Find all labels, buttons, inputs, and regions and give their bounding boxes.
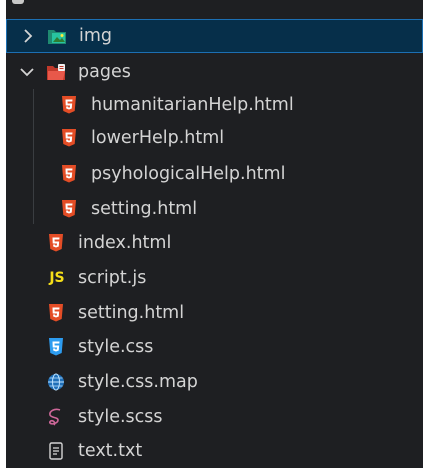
html5-icon — [59, 164, 79, 184]
sass-icon — [46, 407, 66, 427]
css3-icon — [46, 337, 66, 357]
tree-item-label: script.js — [78, 268, 147, 288]
tree-item-label: style.css — [78, 337, 154, 357]
tree-item-file[interactable]: style.css — [6, 330, 423, 364]
tree-item-file[interactable]: JS script.js — [6, 261, 423, 295]
tree-item-file[interactable]: style.scss — [6, 400, 423, 434]
tree-item-file[interactable]: psyhologicalHelp.html — [6, 157, 423, 191]
tree-item-file[interactable]: style.css.map — [6, 365, 423, 399]
html5-icon — [46, 233, 66, 253]
tree-item-file[interactable]: setting.html — [6, 296, 423, 330]
html5-icon — [59, 199, 79, 219]
tree-item-label: pages — [78, 62, 131, 82]
scrolled-off-row — [6, 0, 423, 8]
scrolled-off-fragment — [12, 0, 24, 4]
chevron-down-icon[interactable] — [19, 64, 35, 80]
pages-folder-icon — [46, 62, 66, 82]
tree-item-label: humanitarianHelp.html — [91, 95, 294, 115]
tree-item-label: lowerHelp.html — [91, 128, 225, 148]
image-folder-icon — [47, 26, 67, 46]
chevron-right-icon[interactable] — [20, 28, 36, 44]
text-file-icon — [46, 441, 66, 461]
globe-icon — [46, 372, 66, 392]
tree-item-file[interactable]: setting.html — [6, 192, 423, 226]
tree-item-pages-folder[interactable]: pages — [6, 55, 423, 89]
html5-icon — [59, 128, 79, 148]
tree-item-label: index.html — [78, 233, 172, 253]
tree-item-file[interactable]: lowerHelp.html — [6, 121, 423, 155]
tree-item-file[interactable]: index.html — [6, 226, 423, 260]
html5-icon — [59, 95, 79, 115]
js-icon: JS — [49, 270, 65, 286]
tree-item-label: psyhologicalHelp.html — [91, 164, 286, 184]
tree-item-label: style.css.map — [78, 372, 198, 392]
tree-item-file[interactable]: text.txt — [6, 434, 423, 468]
tree-item-file[interactable]: humanitarianHelp.html — [6, 88, 423, 122]
html5-icon — [46, 303, 66, 323]
file-explorer: img pages humanitarianHelp.html lowerHel… — [6, 0, 423, 468]
tree-item-label: img — [79, 26, 113, 46]
tree-item-label: style.scss — [78, 407, 163, 427]
tree-item-label: setting.html — [91, 199, 198, 219]
tree-item-label: setting.html — [78, 303, 185, 323]
tree-item-img-folder[interactable]: img — [6, 19, 423, 53]
tree-item-label: text.txt — [78, 441, 143, 461]
